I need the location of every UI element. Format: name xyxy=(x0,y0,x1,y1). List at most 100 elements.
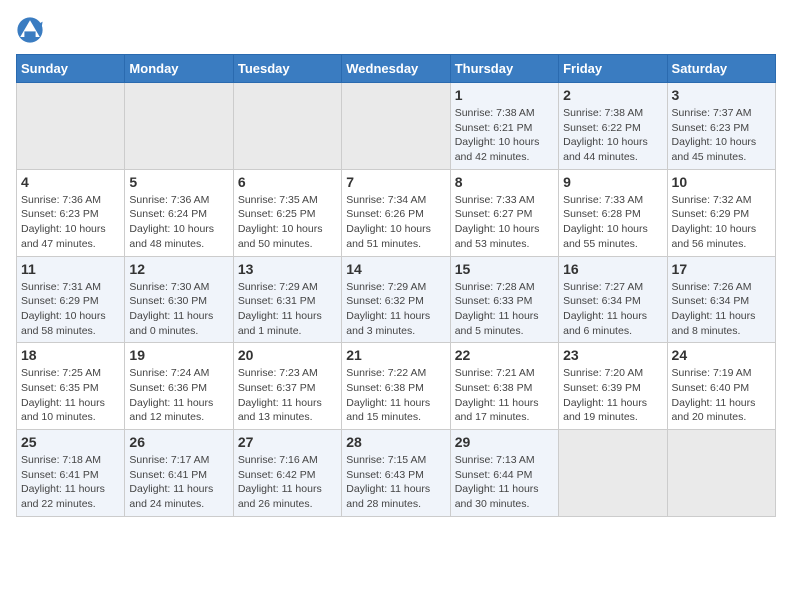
calendar-cell: 6 Sunrise: 7:35 AM Sunset: 6:25 PM Daylig… xyxy=(233,169,341,256)
day-info: Sunrise: 7:38 AM Sunset: 6:22 PM Dayligh… xyxy=(563,106,662,165)
calendar-week-row: 1 Sunrise: 7:38 AM Sunset: 6:21 PM Daylig… xyxy=(17,83,776,170)
day-number: 19 xyxy=(129,347,228,363)
day-number: 24 xyxy=(672,347,771,363)
day-number: 12 xyxy=(129,261,228,277)
calendar-cell xyxy=(559,430,667,517)
calendar-cell xyxy=(125,83,233,170)
calendar-cell xyxy=(667,430,775,517)
day-info: Sunrise: 7:29 AM Sunset: 6:32 PM Dayligh… xyxy=(346,280,445,339)
day-info: Sunrise: 7:32 AM Sunset: 6:29 PM Dayligh… xyxy=(672,193,771,252)
calendar-cell: 29 Sunrise: 7:13 AM Sunset: 6:44 PM Dayli… xyxy=(450,430,558,517)
day-number: 27 xyxy=(238,434,337,450)
calendar-cell xyxy=(17,83,125,170)
calendar-cell: 14 Sunrise: 7:29 AM Sunset: 6:32 PM Dayli… xyxy=(342,256,450,343)
calendar-cell xyxy=(233,83,341,170)
day-info: Sunrise: 7:25 AM Sunset: 6:35 PM Dayligh… xyxy=(21,366,120,425)
calendar-cell: 23 Sunrise: 7:20 AM Sunset: 6:39 PM Dayli… xyxy=(559,343,667,430)
day-info: Sunrise: 7:13 AM Sunset: 6:44 PM Dayligh… xyxy=(455,453,554,512)
calendar-cell: 27 Sunrise: 7:16 AM Sunset: 6:42 PM Dayli… xyxy=(233,430,341,517)
weekday-header-tuesday: Tuesday xyxy=(233,55,341,83)
weekday-header-monday: Monday xyxy=(125,55,233,83)
calendar-cell: 4 Sunrise: 7:36 AM Sunset: 6:23 PM Daylig… xyxy=(17,169,125,256)
day-info: Sunrise: 7:38 AM Sunset: 6:21 PM Dayligh… xyxy=(455,106,554,165)
day-number: 16 xyxy=(563,261,662,277)
calendar-cell: 8Sunrise: 7:33 AM Sunset: 6:27 PM Daylig… xyxy=(450,169,558,256)
calendar-cell: 11 Sunrise: 7:31 AM Sunset: 6:29 PM Dayli… xyxy=(17,256,125,343)
calendar-cell: 16 Sunrise: 7:27 AM Sunset: 6:34 PM Dayli… xyxy=(559,256,667,343)
day-number: 3 xyxy=(672,87,771,103)
day-number: 9 xyxy=(563,174,662,190)
calendar-cell: 5 Sunrise: 7:36 AM Sunset: 6:24 PM Daylig… xyxy=(125,169,233,256)
calendar-week-row: 11 Sunrise: 7:31 AM Sunset: 6:29 PM Dayli… xyxy=(17,256,776,343)
day-info: Sunrise: 7:35 AM Sunset: 6:25 PM Dayligh… xyxy=(238,193,337,252)
day-number: 22 xyxy=(455,347,554,363)
logo xyxy=(16,16,48,44)
calendar-cell: 19Sunrise: 7:24 AM Sunset: 6:36 PM Dayli… xyxy=(125,343,233,430)
calendar-table: SundayMondayTuesdayWednesdayThursdayFrid… xyxy=(16,54,776,517)
calendar-cell: 2Sunrise: 7:38 AM Sunset: 6:22 PM Daylig… xyxy=(559,83,667,170)
day-info: Sunrise: 7:18 AM Sunset: 6:41 PM Dayligh… xyxy=(21,453,120,512)
day-number: 7 xyxy=(346,174,445,190)
day-info: Sunrise: 7:37 AM Sunset: 6:23 PM Dayligh… xyxy=(672,106,771,165)
day-number: 5 xyxy=(129,174,228,190)
day-number: 13 xyxy=(238,261,337,277)
calendar-cell xyxy=(342,83,450,170)
day-info: Sunrise: 7:31 AM Sunset: 6:29 PM Dayligh… xyxy=(21,280,120,339)
calendar-cell: 28 Sunrise: 7:15 AM Sunset: 6:43 PM Dayli… xyxy=(342,430,450,517)
day-number: 28 xyxy=(346,434,445,450)
day-info: Sunrise: 7:22 AM Sunset: 6:38 PM Dayligh… xyxy=(346,366,445,425)
day-number: 29 xyxy=(455,434,554,450)
day-number: 18 xyxy=(21,347,120,363)
day-info: Sunrise: 7:23 AM Sunset: 6:37 PM Dayligh… xyxy=(238,366,337,425)
calendar-week-row: 25 Sunrise: 7:18 AM Sunset: 6:41 PM Dayli… xyxy=(17,430,776,517)
day-number: 20 xyxy=(238,347,337,363)
day-info: Sunrise: 7:19 AM Sunset: 6:40 PM Dayligh… xyxy=(672,366,771,425)
calendar-cell: 21 Sunrise: 7:22 AM Sunset: 6:38 PM Dayli… xyxy=(342,343,450,430)
calendar-cell: 20 Sunrise: 7:23 AM Sunset: 6:37 PM Dayli… xyxy=(233,343,341,430)
calendar-cell: 15Sunrise: 7:28 AM Sunset: 6:33 PM Dayli… xyxy=(450,256,558,343)
calendar-cell: 24 Sunrise: 7:19 AM Sunset: 6:40 PM Dayli… xyxy=(667,343,775,430)
weekday-header-sunday: Sunday xyxy=(17,55,125,83)
page-header xyxy=(16,16,776,44)
weekday-header-saturday: Saturday xyxy=(667,55,775,83)
calendar-week-row: 18 Sunrise: 7:25 AM Sunset: 6:35 PM Dayli… xyxy=(17,343,776,430)
day-number: 4 xyxy=(21,174,120,190)
calendar-cell: 12 Sunrise: 7:30 AM Sunset: 6:30 PM Dayli… xyxy=(125,256,233,343)
weekday-header-thursday: Thursday xyxy=(450,55,558,83)
day-number: 10 xyxy=(672,174,771,190)
day-number: 23 xyxy=(563,347,662,363)
calendar-cell: 17Sunrise: 7:26 AM Sunset: 6:34 PM Dayli… xyxy=(667,256,775,343)
day-info: Sunrise: 7:20 AM Sunset: 6:39 PM Dayligh… xyxy=(563,366,662,425)
day-info: Sunrise: 7:30 AM Sunset: 6:30 PM Dayligh… xyxy=(129,280,228,339)
calendar-cell: 7Sunrise: 7:34 AM Sunset: 6:26 PM Daylig… xyxy=(342,169,450,256)
day-info: Sunrise: 7:26 AM Sunset: 6:34 PM Dayligh… xyxy=(672,280,771,339)
day-info: Sunrise: 7:15 AM Sunset: 6:43 PM Dayligh… xyxy=(346,453,445,512)
weekday-header-wednesday: Wednesday xyxy=(342,55,450,83)
day-number: 14 xyxy=(346,261,445,277)
calendar-cell: 25 Sunrise: 7:18 AM Sunset: 6:41 PM Dayli… xyxy=(17,430,125,517)
logo-icon xyxy=(16,16,44,44)
day-info: Sunrise: 7:29 AM Sunset: 6:31 PM Dayligh… xyxy=(238,280,337,339)
day-number: 11 xyxy=(21,261,120,277)
calendar-cell: 13 Sunrise: 7:29 AM Sunset: 6:31 PM Dayli… xyxy=(233,256,341,343)
weekday-header-friday: Friday xyxy=(559,55,667,83)
day-info: Sunrise: 7:36 AM Sunset: 6:24 PM Dayligh… xyxy=(129,193,228,252)
day-number: 1 xyxy=(455,87,554,103)
day-number: 26 xyxy=(129,434,228,450)
calendar-cell: 22Sunrise: 7:21 AM Sunset: 6:38 PM Dayli… xyxy=(450,343,558,430)
calendar-cell: 1 Sunrise: 7:38 AM Sunset: 6:21 PM Daylig… xyxy=(450,83,558,170)
day-info: Sunrise: 7:28 AM Sunset: 6:33 PM Dayligh… xyxy=(455,280,554,339)
day-info: Sunrise: 7:17 AM Sunset: 6:41 PM Dayligh… xyxy=(129,453,228,512)
calendar-cell: 10 Sunrise: 7:32 AM Sunset: 6:29 PM Dayli… xyxy=(667,169,775,256)
day-info: Sunrise: 7:16 AM Sunset: 6:42 PM Dayligh… xyxy=(238,453,337,512)
calendar-week-row: 4 Sunrise: 7:36 AM Sunset: 6:23 PM Daylig… xyxy=(17,169,776,256)
calendar-cell: 18 Sunrise: 7:25 AM Sunset: 6:35 PM Dayli… xyxy=(17,343,125,430)
calendar-cell: 26 Sunrise: 7:17 AM Sunset: 6:41 PM Dayli… xyxy=(125,430,233,517)
day-number: 21 xyxy=(346,347,445,363)
day-info: Sunrise: 7:27 AM Sunset: 6:34 PM Dayligh… xyxy=(563,280,662,339)
day-info: Sunrise: 7:36 AM Sunset: 6:23 PM Dayligh… xyxy=(21,193,120,252)
day-number: 25 xyxy=(21,434,120,450)
day-number: 6 xyxy=(238,174,337,190)
calendar-cell: 9Sunrise: 7:33 AM Sunset: 6:28 PM Daylig… xyxy=(559,169,667,256)
calendar-header-row: SundayMondayTuesdayWednesdayThursdayFrid… xyxy=(17,55,776,83)
